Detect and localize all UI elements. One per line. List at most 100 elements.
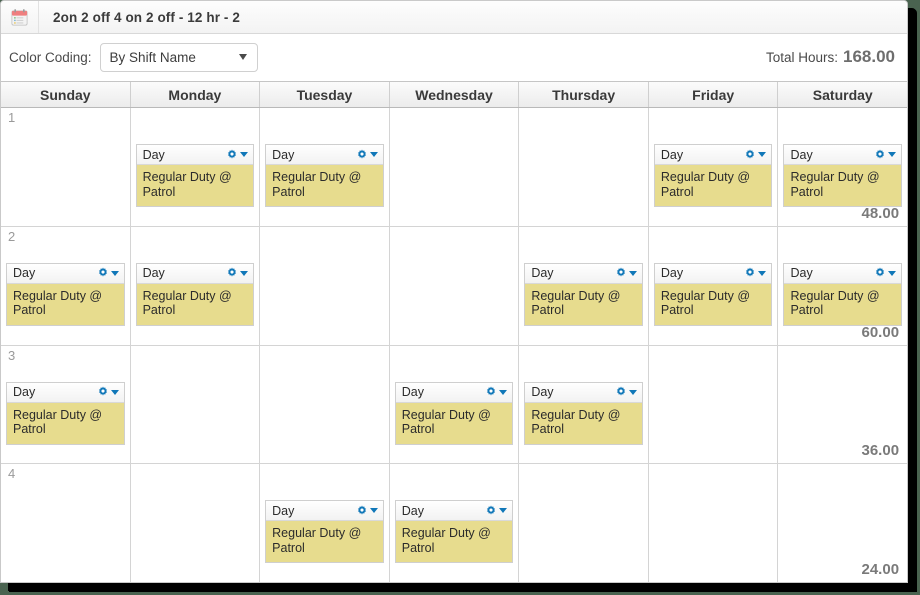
day-header-monday[interactable]: Monday — [131, 82, 261, 107]
day-cell-monday-week-4[interactable] — [130, 464, 261, 582]
week-number: 2 — [8, 228, 16, 244]
day-header-friday[interactable]: Friday — [649, 82, 779, 107]
day-cell-friday-week-4[interactable] — [648, 464, 779, 582]
shift-settings-menu-button[interactable] — [97, 267, 119, 279]
day-cell-wednesday-week-2[interactable] — [389, 226, 520, 345]
day-header-tuesday[interactable]: Tuesday — [260, 82, 390, 107]
shift-settings-menu-button[interactable] — [485, 505, 508, 517]
window-title: 2on 2 off 4 on 2 off - 12 hr - 2 — [53, 9, 240, 25]
shift-settings-menu-button[interactable] — [97, 386, 119, 398]
shift-settings-menu-button[interactable] — [356, 148, 378, 161]
day-cell-thursday-week-4[interactable] — [519, 464, 649, 582]
shift-header: Day — [784, 145, 902, 165]
shift-detail: Regular Duty @ Patrol — [7, 283, 124, 325]
day-cell-monday-week-3[interactable] — [130, 345, 261, 464]
color-coding-select[interactable]: By Shift Name — [99, 42, 258, 72]
day-cell-thursday-week-3[interactable]: Day Regular Duty @ Patrol — [519, 345, 649, 464]
gear-icon — [357, 505, 366, 515]
shift-settings-menu-button[interactable] — [744, 267, 767, 279]
shift-block[interactable]: Day Regular Duty @ Patrol — [653, 144, 773, 207]
day-cell-wednesday-week-1[interactable] — [389, 108, 520, 226]
week-total-hours: 48.00 — [861, 204, 900, 222]
day-cell-sunday-week-2[interactable]: 2 Day Regular Duty @ Patrol — [1, 226, 131, 345]
schedule-pattern-window: 2on 2 off 4 on 2 off - 12 hr - 2 Color C… — [0, 0, 908, 583]
day-header-sunday[interactable]: Sunday — [1, 82, 131, 107]
shift-settings-menu-button[interactable] — [744, 148, 767, 161]
shift-block[interactable]: Day Regular Duty @ Patrol — [783, 262, 903, 326]
day-header-wednesday[interactable]: Wednesday — [390, 82, 520, 107]
day-cell-tuesday-week-1[interactable]: Day Regular Duty @ Patrol — [260, 108, 390, 226]
shift-header: Day — [525, 382, 642, 403]
shift-settings-menu-button[interactable] — [615, 267, 637, 279]
shift-block[interactable]: Day Regular Duty @ Patrol — [783, 144, 903, 207]
shift-block[interactable]: Day Regular Duty @ Patrol — [135, 262, 255, 326]
calendar-grid: 1 Day Regular Duty @ Patrol Day Regular Duty… — [1, 108, 907, 582]
calendar-icon — [11, 8, 28, 25]
shift-block[interactable]: Day Regular Duty @ Patrol — [265, 144, 384, 207]
gear-icon — [487, 386, 496, 396]
shift-name: Day — [401, 503, 424, 518]
day-cell-tuesday-week-4[interactable]: Day Regular Duty @ Patrol — [260, 464, 390, 582]
shift-settings-menu-button[interactable] — [615, 386, 637, 398]
shift-name: Day — [142, 147, 165, 162]
day-cell-friday-week-1[interactable]: Day Regular Duty @ Patrol — [648, 108, 779, 226]
day-cell-tuesday-week-3[interactable] — [260, 345, 390, 464]
caret-down-icon — [628, 389, 637, 395]
day-cell-monday-week-1[interactable]: Day Regular Duty @ Patrol — [130, 108, 261, 226]
shift-block[interactable]: Day Regular Duty @ Patrol — [394, 500, 514, 564]
day-cell-monday-week-2[interactable]: Day Regular Duty @ Patrol — [130, 226, 261, 345]
day-cell-sunday-week-1[interactable]: 1 — [1, 108, 131, 226]
shift-block[interactable]: Day Regular Duty @ Patrol — [524, 262, 643, 326]
shift-detail: Regular Duty @ Patrol — [395, 521, 513, 563]
day-cell-saturday-week-2[interactable]: 60.00 Day Regular Duty @ Patrol — [778, 226, 907, 345]
gear-icon — [98, 386, 107, 396]
day-cell-saturday-week-4[interactable]: 24.00 — [778, 464, 907, 582]
shift-block[interactable]: Day Regular Duty @ Patrol — [653, 262, 773, 326]
total-hours-value: 168.00 — [843, 47, 895, 66]
shift-block[interactable]: Day Regular Duty @ Patrol — [6, 381, 125, 445]
gear-icon — [228, 148, 237, 159]
day-cell-tuesday-week-2[interactable] — [260, 226, 390, 345]
day-header-thursday[interactable]: Thursday — [519, 82, 649, 107]
shift-settings-menu-button[interactable] — [874, 148, 897, 161]
week-row: 4 Day Regular Duty @ Patrol Day Regular Duty… — [1, 464, 907, 582]
shift-detail: Regular Duty @ Patrol — [525, 402, 642, 444]
shift-settings-menu-button[interactable] — [226, 148, 249, 161]
day-cell-friday-week-3[interactable] — [648, 345, 779, 464]
shift-name: Day — [790, 266, 813, 281]
caret-down-icon — [499, 389, 508, 395]
day-cell-wednesday-week-4[interactable]: Day Regular Duty @ Patrol — [389, 464, 520, 582]
day-cell-saturday-week-3[interactable]: 36.00 — [778, 345, 907, 464]
day-cell-sunday-week-3[interactable]: 3 Day Regular Duty @ Patrol — [1, 345, 131, 464]
shift-name: Day — [13, 385, 36, 399]
caret-down-icon — [369, 152, 378, 157]
day-cell-friday-week-2[interactable]: Day Regular Duty @ Patrol — [648, 226, 779, 345]
day-cell-thursday-week-2[interactable]: Day Regular Duty @ Patrol — [519, 226, 649, 345]
shift-detail: Regular Duty @ Patrol — [136, 283, 254, 325]
shift-detail: Regular Duty @ Patrol — [654, 283, 772, 325]
shift-block[interactable]: Day Regular Duty @ Patrol — [394, 381, 514, 445]
day-cell-thursday-week-1[interactable] — [519, 108, 649, 226]
shift-detail: Regular Duty @ Patrol — [7, 402, 124, 444]
shift-detail: Regular Duty @ Patrol — [784, 283, 902, 325]
shift-header: Day — [395, 501, 513, 522]
shift-block[interactable]: Day Regular Duty @ Patrol — [135, 144, 255, 207]
day-cell-saturday-week-1[interactable]: 48.00 Day Regular Duty @ Patrol — [778, 108, 907, 226]
total-hours-label: Total Hours: — [765, 49, 838, 65]
shift-block[interactable]: Day Regular Duty @ Patrol — [524, 381, 643, 445]
shift-header: Day — [7, 263, 124, 284]
shift-detail: Regular Duty @ Patrol — [784, 165, 902, 206]
shift-settings-menu-button[interactable] — [874, 267, 897, 279]
shift-settings-menu-button[interactable] — [485, 386, 508, 398]
shift-block[interactable]: Day Regular Duty @ Patrol — [265, 500, 384, 564]
shift-settings-menu-button[interactable] — [226, 267, 249, 279]
shift-settings-menu-button[interactable] — [356, 505, 378, 517]
day-header-saturday[interactable]: Saturday — [778, 82, 907, 107]
gear-icon — [746, 267, 755, 277]
shift-header: Day — [266, 501, 383, 522]
caret-down-icon — [110, 389, 119, 395]
day-cell-wednesday-week-3[interactable]: Day Regular Duty @ Patrol — [389, 345, 520, 464]
shift-block[interactable]: Day Regular Duty @ Patrol — [6, 262, 125, 326]
day-cell-sunday-week-4[interactable]: 4 — [1, 464, 131, 582]
calendar-icon-container — [1, 1, 39, 33]
